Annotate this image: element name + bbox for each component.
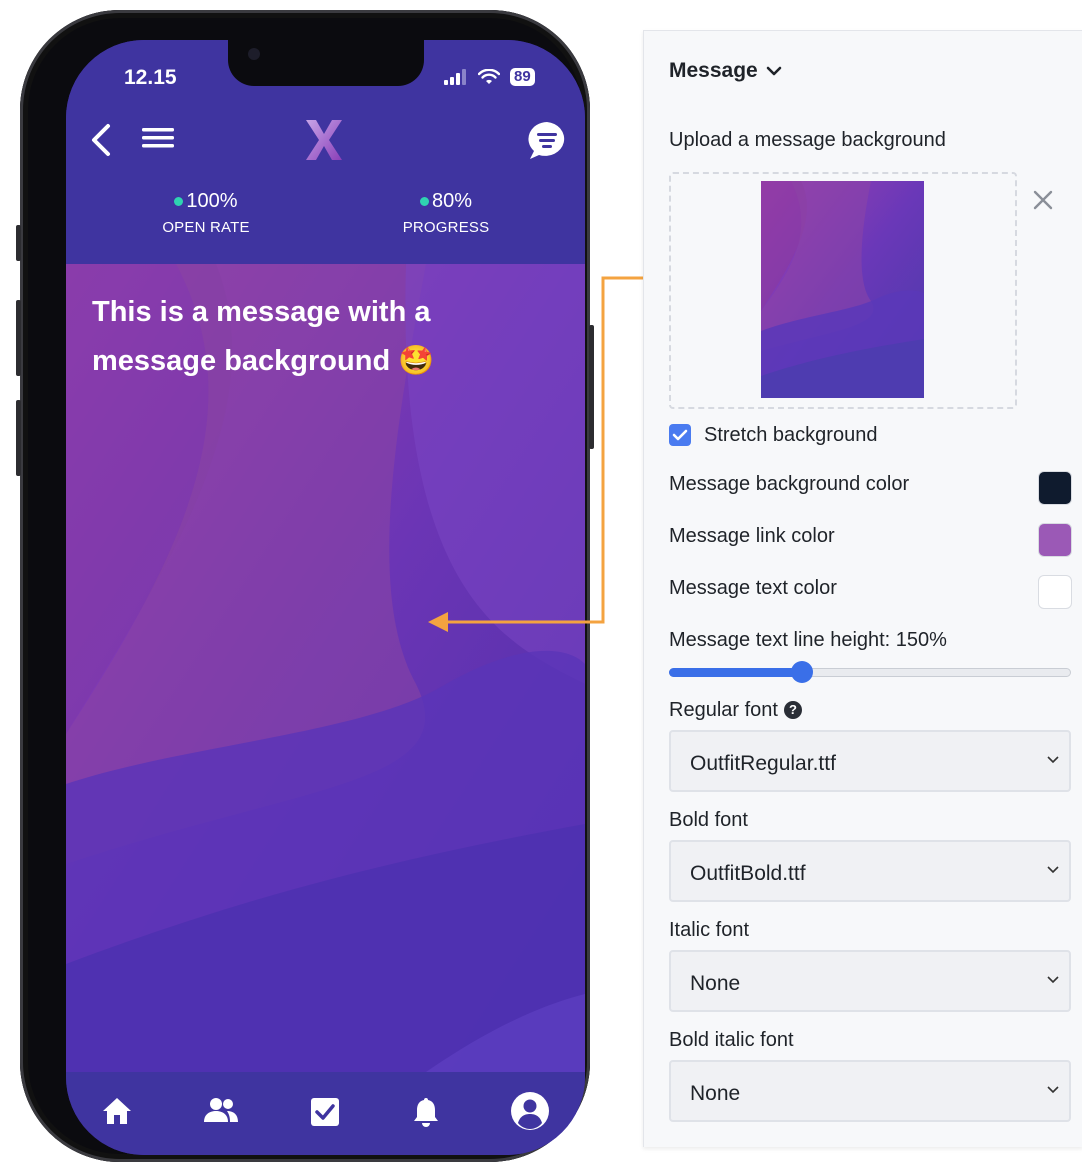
text-color-label: Message text color — [669, 577, 837, 599]
help-icon[interactable]: ? — [783, 700, 802, 719]
regular-font-select[interactable]: OutfitRegular.ttf — [669, 730, 1071, 792]
stretch-checkbox[interactable] — [669, 424, 691, 446]
regular-font-label: Regular font? — [669, 699, 802, 722]
stretch-label: Stretch background — [704, 424, 878, 446]
italic-font-label: Italic font — [669, 919, 750, 941]
phone-screen: 12.15 89 100% OPEN RATE 80% PROGRESS Thi… — [66, 40, 585, 1155]
upload-dropzone[interactable] — [669, 172, 1017, 409]
app-logo-icon — [306, 120, 342, 160]
phone-mockup: 12.15 89 100% OPEN RATE 80% PROGRESS Thi… — [16, 10, 594, 1162]
bold-italic-font-label: Bold italic font — [669, 1029, 794, 1051]
line-height-slider[interactable] — [669, 661, 1071, 685]
stat-value: 100% — [186, 190, 238, 212]
chevron-down-icon — [1047, 976, 1059, 984]
bold-font-select[interactable]: OutfitBold.ttf — [669, 840, 1071, 902]
select-value: None — [690, 1082, 741, 1105]
bg-color-swatch[interactable] — [1038, 471, 1072, 505]
select-value: OutfitBold.ttf — [690, 862, 806, 885]
phone-power-button — [589, 325, 594, 449]
stat-progress: 80% PROGRESS — [376, 190, 516, 236]
phone-silent-switch — [16, 225, 21, 261]
home-icon[interactable] — [101, 1096, 133, 1126]
background-thumbnail — [761, 181, 924, 398]
phone-notch — [228, 40, 424, 86]
chevron-down-icon — [1047, 866, 1059, 874]
wifi-icon — [478, 69, 500, 84]
chat-icon[interactable] — [526, 120, 568, 162]
line-height-label: Message text line height: 150% — [669, 629, 947, 651]
section-title: Message — [669, 59, 758, 82]
stat-label: PROGRESS — [402, 219, 490, 236]
app-header: 12.15 89 100% OPEN RATE 80% PROGRESS — [66, 40, 585, 264]
status-dot-icon — [419, 197, 429, 206]
bottom-tab-bar — [66, 1072, 585, 1155]
chevron-down-icon — [1047, 1086, 1059, 1094]
close-icon[interactable] — [1032, 189, 1054, 211]
bold-italic-font-select[interactable]: None — [669, 1060, 1071, 1122]
stat-label: OPEN RATE — [162, 219, 250, 236]
chevron-down-icon — [1047, 756, 1059, 764]
select-value: OutfitRegular.ttf — [690, 752, 836, 775]
slider-thumb[interactable] — [790, 661, 813, 683]
bg-color-label: Message background color — [669, 473, 910, 495]
people-icon[interactable] — [203, 1096, 239, 1124]
phone-volume-down — [16, 400, 21, 476]
link-color-swatch[interactable] — [1038, 523, 1072, 557]
message-text: This is a message with a message backgro… — [92, 296, 435, 377]
phone-volume-up — [16, 300, 21, 376]
profile-icon[interactable] — [510, 1091, 550, 1131]
status-dot-icon — [174, 197, 184, 206]
signal-icon — [444, 69, 466, 85]
select-value: None — [690, 972, 741, 995]
back-icon[interactable] — [86, 120, 116, 160]
stat-open-rate: 100% OPEN RATE — [136, 190, 276, 236]
stat-value: 80% — [431, 190, 473, 212]
link-color-label: Message link color — [669, 525, 835, 547]
status-time: 12.15 — [124, 66, 177, 89]
camera-icon — [248, 48, 260, 60]
status-icons: 89 — [444, 68, 535, 86]
bold-font-label: Bold font — [669, 809, 748, 831]
checkbox-icon[interactable] — [309, 1096, 341, 1128]
message-background: This is a message with a message backgro… — [66, 264, 585, 1072]
upload-label: Upload a message background — [669, 129, 946, 151]
chevron-down-icon — [766, 66, 782, 76]
check-icon — [672, 429, 688, 441]
menu-icon[interactable] — [142, 124, 174, 152]
slider-fill — [669, 668, 802, 677]
battery-indicator: 89 — [510, 68, 535, 86]
text-color-swatch[interactable] — [1038, 575, 1072, 609]
italic-font-select[interactable]: None — [669, 950, 1071, 1012]
section-header[interactable]: Message — [669, 59, 782, 83]
message-settings-panel: Message Upload a message background Stre… — [643, 30, 1082, 1147]
bell-icon[interactable] — [412, 1096, 440, 1128]
